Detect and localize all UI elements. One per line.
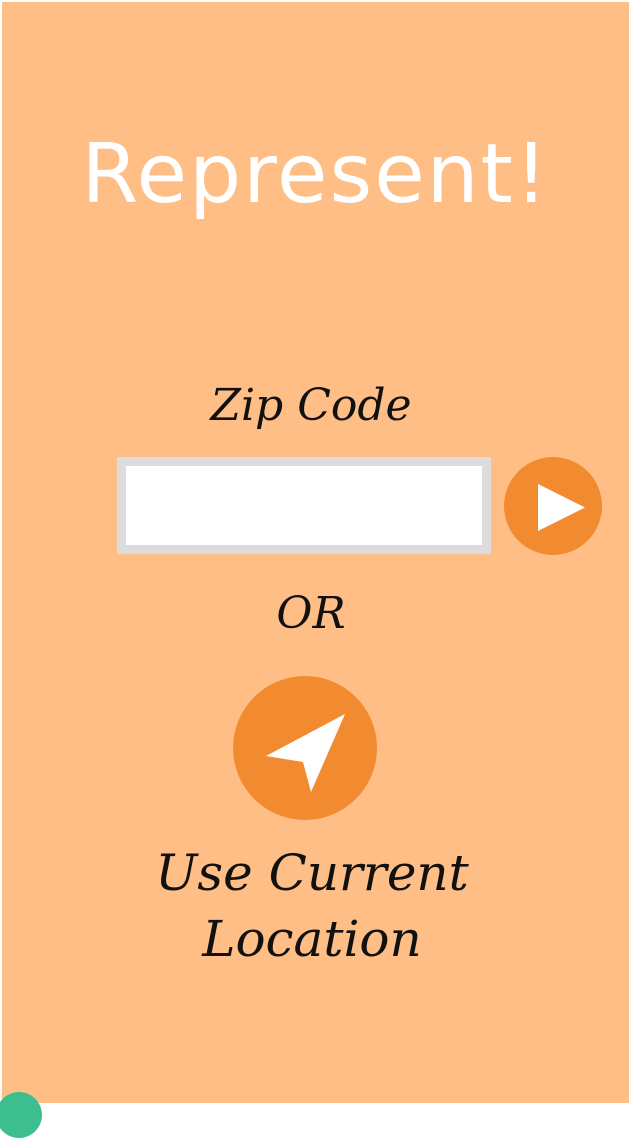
zip-submit-button[interactable] (504, 457, 602, 555)
app-title: Represent! (81, 127, 550, 222)
zip-code-input[interactable] (117, 457, 491, 554)
navigation-arrow-icon (266, 714, 345, 792)
play-icon (538, 484, 585, 531)
app-screen: Represent! Zip Code OR Use Current Locat… (2, 2, 629, 1103)
zip-code-label: Zip Code (210, 380, 412, 431)
use-current-location-button[interactable] (233, 676, 377, 820)
use-current-location-label: Use Current Location (155, 844, 469, 968)
or-divider-label: OR (276, 588, 346, 639)
floating-action-dot[interactable] (0, 1092, 42, 1138)
